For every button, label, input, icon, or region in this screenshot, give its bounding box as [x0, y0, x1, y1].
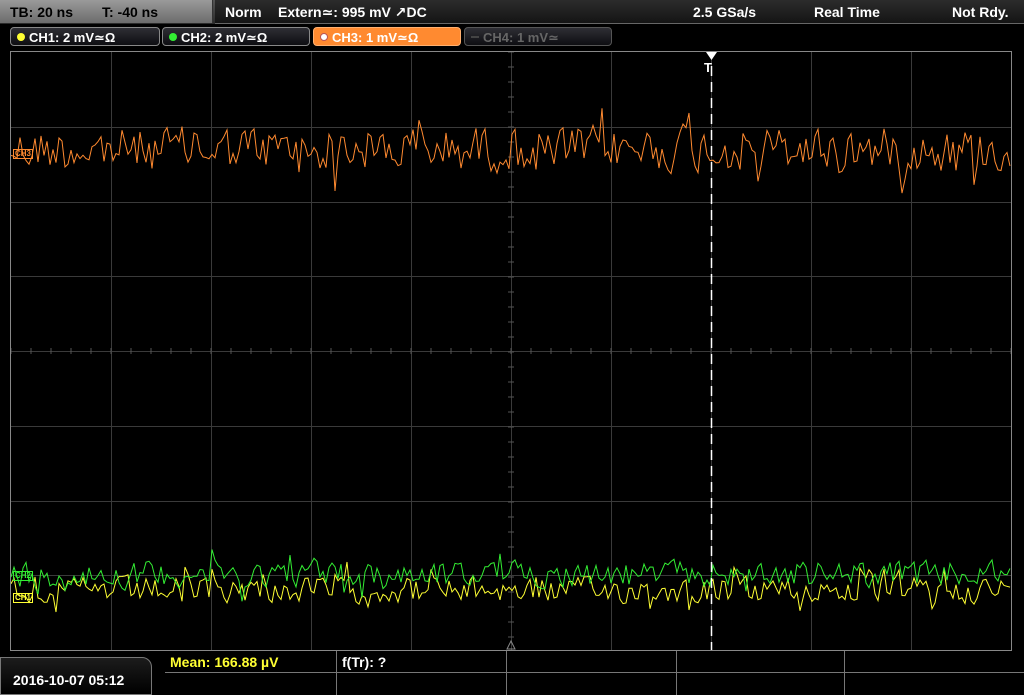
trigger-offset-value: T: -40 ns — [102, 4, 159, 20]
channel-4-tab[interactable]: CH4: 1 mV≃ — [464, 27, 612, 46]
run-status: Not Rdy. — [952, 4, 1009, 20]
measurement-divider — [165, 672, 1024, 673]
measurement-cell-4[interactable] — [677, 651, 845, 695]
channel-3-label: CH3: 1 mV≃Ω — [332, 30, 419, 45]
measurement-panel[interactable]: Mean: 166.88 µV f(Tr): ? — [165, 651, 1024, 695]
channel-1-tab[interactable]: CH1: 2 mV≃Ω — [10, 27, 160, 46]
trigger-position-marker[interactable]: T — [704, 60, 712, 75]
freq-measurement: f(Tr): ? — [342, 654, 387, 670]
timebase-box[interactable]: TB: 20 ns T: -40 ns — [0, 0, 213, 23]
channel-1-dot-icon — [17, 33, 25, 41]
channel-2-label: CH2: 2 mV≃Ω — [181, 30, 268, 45]
ch3-level-marker[interactable]: CH3 — [13, 149, 34, 159]
measurement-cell-2[interactable]: f(Tr): ? — [337, 651, 507, 695]
status-bar: TB: 20 ns T: -40 ns Norm Extern≃: 995 mV… — [0, 0, 1024, 24]
waveform-canvas — [11, 52, 1011, 650]
channel-3-dot-icon — [320, 33, 328, 41]
ch3-waveform — [11, 108, 1011, 194]
ch2-level-marker[interactable]: CH2 — [13, 571, 34, 581]
waveform-display[interactable]: CH3 CH2 CH1 T — [10, 51, 1012, 651]
channel-3-tab[interactable]: CH3: 1 mV≃Ω — [313, 27, 461, 46]
trigger-source: Extern≃: 995 mV ↗DC — [278, 4, 427, 20]
measurement-cell-1[interactable]: Mean: 166.88 µV — [165, 651, 337, 695]
channel-1-label: CH1: 2 mV≃Ω — [29, 30, 116, 45]
mean-measurement: Mean: 166.88 µV — [170, 654, 279, 670]
datetime-box: 2016-10-07 05:12 — [0, 657, 152, 695]
ch1-level-marker[interactable]: CH1 — [13, 593, 34, 603]
timebase-value: TB: 20 ns — [10, 4, 74, 20]
trigger-mode: Norm — [225, 4, 262, 20]
channel-2-tab[interactable]: CH2: 2 mV≃Ω — [162, 27, 310, 46]
channel-2-dot-icon — [169, 33, 177, 41]
measurement-cell-3[interactable] — [507, 651, 677, 695]
channel-4-label: CH4: 1 mV≃ — [483, 30, 559, 45]
channel-4-dash-icon — [471, 36, 479, 38]
datetime: 2016-10-07 05:12 — [13, 672, 125, 688]
acquisition-status[interactable]: Norm Extern≃: 995 mV ↗DC 2.5 GSa/s Real … — [215, 0, 1024, 24]
measurement-cell-5[interactable] — [845, 651, 1024, 695]
trigger-arrow-icon — [706, 52, 717, 60]
sample-rate: 2.5 GSa/s — [693, 4, 757, 20]
acquisition-mode: Real Time — [814, 4, 880, 20]
